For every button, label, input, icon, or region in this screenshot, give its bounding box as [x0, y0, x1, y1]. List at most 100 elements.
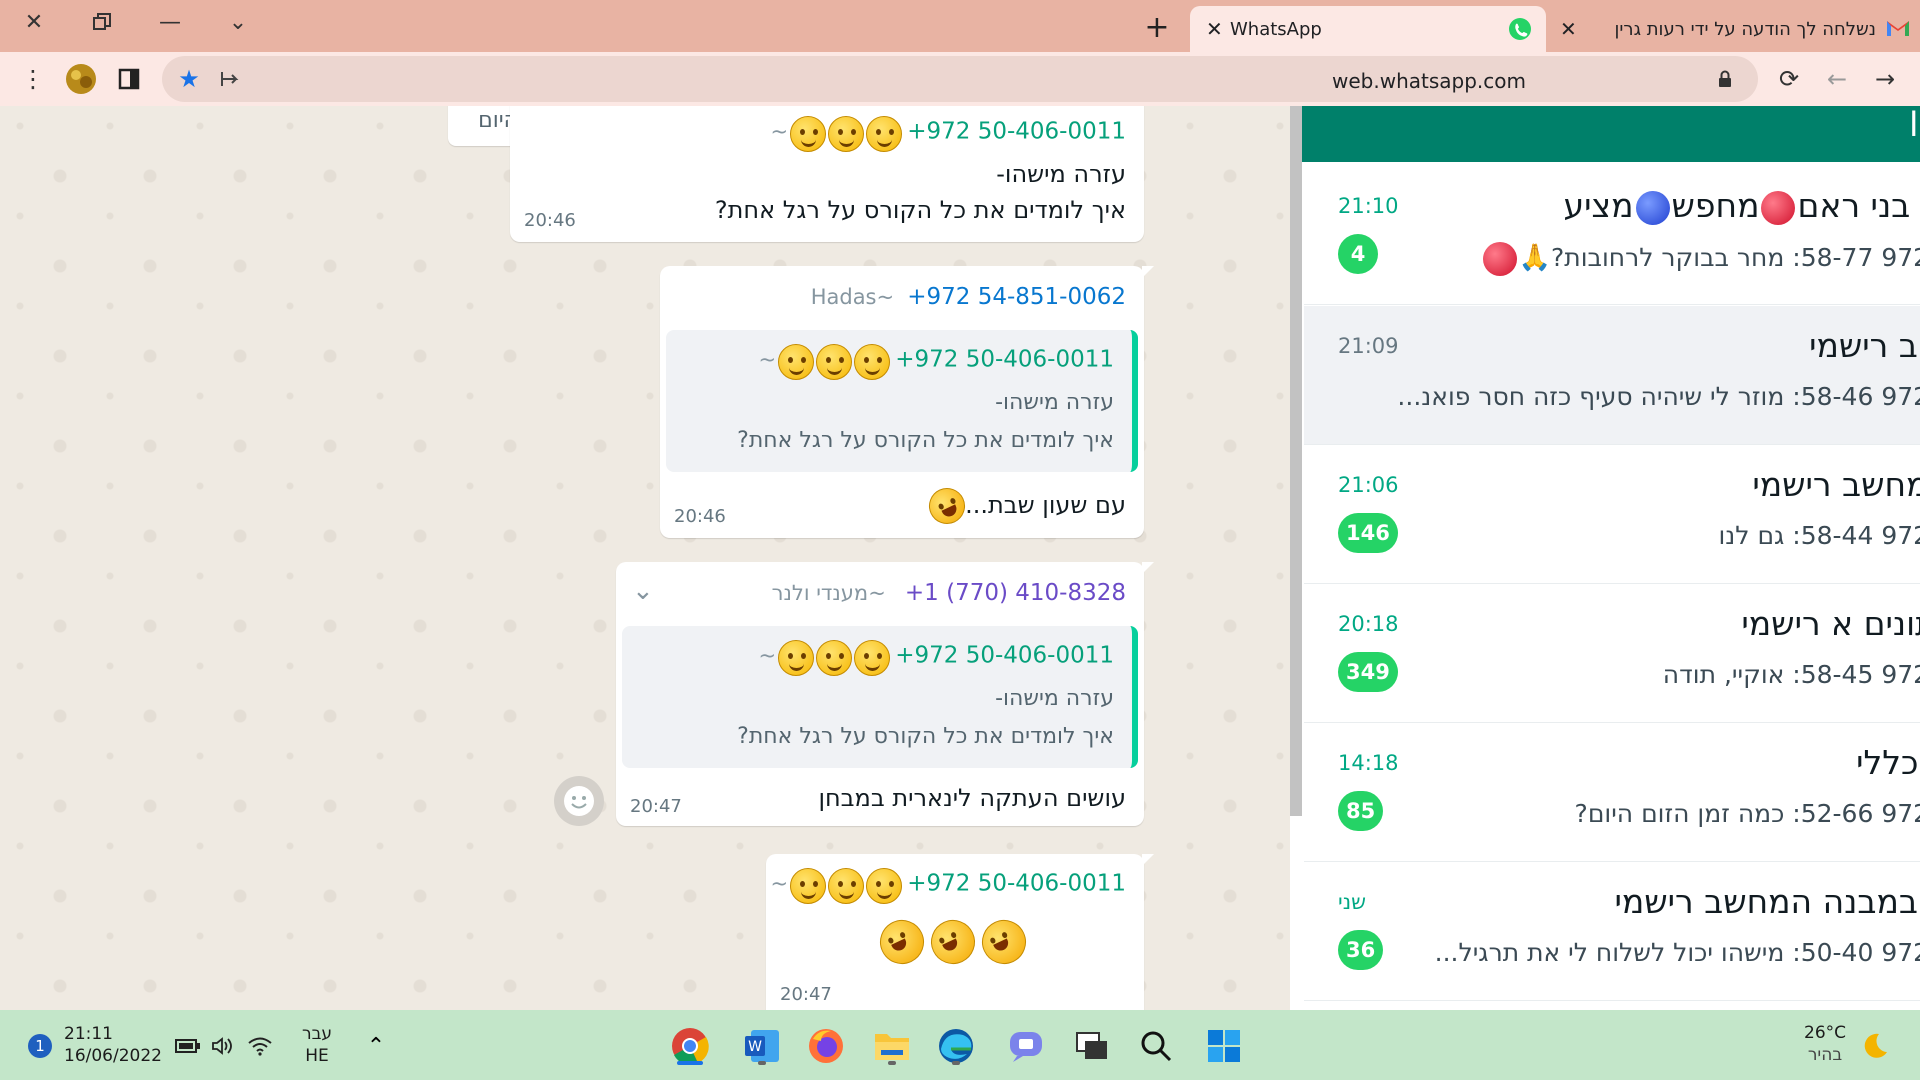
svg-text:W: W — [748, 1039, 762, 1055]
chat-last-message: +972 52-66: כמה זמן הזום היום? — [1574, 799, 1920, 828]
chat-name: ת ב רישמי — [1809, 326, 1920, 365]
unread-badge: 4 — [1338, 234, 1378, 274]
chat-list-item[interactable]: המחשב רישמי +972 58-44: גם לנו 21:06 146 — [1304, 445, 1920, 584]
message-time: 20:47 — [780, 984, 832, 1005]
chevron-up-icon[interactable]: ⌃ — [354, 1024, 398, 1068]
message-sender: +972 50-406-0011 ~ — [771, 116, 1126, 152]
message-text: עזרה מישהו- — [996, 160, 1126, 188]
chat-last-message: +972 58-44: גם לנו — [1718, 521, 1920, 550]
edge-icon[interactable] — [934, 1024, 978, 1068]
message-sender: +972 54-851-0062 ~Hadas — [811, 284, 1126, 310]
scrollbar[interactable] — [1290, 106, 1302, 816]
chat-time: 14:18 — [1338, 751, 1399, 775]
close-window-icon[interactable]: ✕ — [0, 0, 68, 44]
tab-search-chevron-icon[interactable]: ⌄ — [204, 0, 272, 44]
smile-emoji-icon — [828, 868, 865, 904]
clock-time: 21:11 — [64, 1024, 113, 1044]
restore-window-icon[interactable] — [68, 0, 136, 44]
smile-emoji-icon — [828, 116, 865, 152]
search-icon[interactable] — [1134, 1024, 1178, 1068]
file-explorer-icon[interactable] — [870, 1024, 914, 1068]
new-tab-button[interactable]: + — [1140, 10, 1174, 45]
rofl-emoji-icon — [872, 912, 932, 972]
browser-toolbar: ⋮ ★ web.whatsapp.com ⟳ ← → — [0, 52, 1920, 106]
weather-desc: בהיר — [1807, 1045, 1843, 1065]
message-bubble[interactable]: +972 54-851-0062 ~Hadas +972 50-406-0011… — [660, 266, 1154, 538]
chat-name: נתונים א רישמי — [1741, 604, 1920, 643]
unread-badge: 146 — [1338, 513, 1398, 553]
tab-whatsapp[interactable]: ✕ WhatsApp — [1190, 6, 1546, 52]
message-bubble[interactable]: +972 50-406-0011 ~ 20:47 — [766, 854, 1154, 1010]
forward-arrow-icon[interactable]: → — [1866, 60, 1904, 98]
close-tab-icon[interactable]: ✕ — [1206, 17, 1223, 41]
gmail-icon — [1886, 18, 1910, 43]
back-arrow-icon[interactable]: ← — [1818, 60, 1856, 98]
sender-phone: +972 50-406-0011 — [907, 870, 1126, 897]
quoted-message[interactable]: +972 50-406-0011 ~ עזרה מישהו- איך לומדי… — [666, 330, 1138, 472]
chat-time: 21:10 — [1338, 194, 1399, 218]
quoted-text: איך לומדים את כל הקורס על רגל אחת? — [737, 428, 1114, 453]
windows-start-icon[interactable] — [1202, 1024, 1246, 1068]
smile-emoji-icon — [778, 344, 815, 380]
message-time: 20:47 — [630, 796, 682, 817]
bookmark-star-icon[interactable]: ★ — [170, 60, 208, 98]
close-tab-icon[interactable]: ✕ — [1560, 17, 1577, 41]
windows-taskbar: 1 21:11 16/06/2022 עבר HE ⌃ W 26°C בהיר — [0, 1010, 1920, 1080]
unread-badge: 36 — [1338, 930, 1384, 970]
moon-icon — [1852, 1024, 1896, 1068]
message-time: 20:46 — [674, 506, 726, 527]
browser-menu-icon[interactable]: ⋮ — [14, 60, 52, 98]
lock-icon[interactable] — [1706, 60, 1744, 98]
quoted-sender-phone: +972 50-406-0011 — [895, 346, 1114, 373]
share-icon[interactable] — [212, 60, 250, 98]
chat-list-panel: ין ים בני ראםמחפשמציע +972 58-77: מחר בב… — [1290, 106, 1920, 1010]
smile-emoji-icon — [854, 344, 891, 380]
red-circle-icon — [1761, 190, 1796, 225]
clock[interactable]: 21:11 16/06/2022 — [64, 1023, 162, 1067]
chat-time: 21:09 — [1338, 334, 1399, 358]
sidebar-header: ין — [1290, 106, 1920, 162]
weather-widget[interactable]: 26°C בהיר — [1804, 1022, 1846, 1066]
chat-list-item[interactable]: ה במבנה המחשב רישמי +972 50-40: מישהו יכ… — [1304, 862, 1920, 1001]
language-indicator[interactable]: עבר HE — [302, 1023, 332, 1067]
chat-list-item[interactable]: נתונים א רישמי +972 58-45: אוקיי, תודה 2… — [1304, 584, 1920, 723]
word-icon[interactable]: W — [740, 1024, 784, 1068]
profile-avatar[interactable] — [62, 60, 100, 98]
chat-list-item[interactable]: ת ב רישמי +972 58-46: מוזר לי שיהיה סעיף… — [1304, 306, 1920, 445]
wifi-icon[interactable] — [238, 1024, 282, 1068]
side-panel-icon[interactable] — [110, 60, 148, 98]
minimize-window-icon[interactable]: — — [136, 0, 204, 44]
sender-phone: +1 (770) 410-8328 — [904, 580, 1126, 606]
teams-chat-icon[interactable] — [1004, 1024, 1048, 1068]
chrome-icon[interactable] — [668, 1024, 712, 1068]
message-bubble[interactable]: +972 50-406-0011 ~ עזרה מישהו- איך לומדי… — [510, 106, 1154, 242]
rofl-emoji-icon — [974, 912, 1034, 972]
tab-gmail[interactable]: ✕ נשלחה לך הודעה על ידי רעות גרין — [1548, 6, 1920, 52]
unread-badge: 85 — [1338, 791, 1384, 831]
chat-name: ה במבנה המחשב רישמי — [1614, 882, 1920, 921]
message-bubble[interactable]: ⌄ +1 (770) 410-8328 ~מענדי ולנר +972 50-… — [616, 562, 1154, 826]
firefox-icon[interactable] — [804, 1024, 848, 1068]
omnibox[interactable]: ★ web.whatsapp.com — [162, 56, 1758, 102]
sender-alias: ~Hadas — [810, 285, 895, 309]
url-text: web.whatsapp.com — [1332, 69, 1526, 93]
smile-emoji-icon — [866, 868, 903, 904]
reload-icon[interactable]: ⟳ — [1770, 60, 1808, 98]
chat-list-item[interactable]: 2 כללי +972 52-66: כמה זמן הזום היום? 14… — [1304, 723, 1920, 862]
emoji-reaction-button[interactable] — [554, 776, 604, 826]
red-circle-icon — [1482, 242, 1517, 276]
message-time: 20:46 — [524, 210, 576, 231]
task-view-icon[interactable] — [1070, 1024, 1114, 1068]
quoted-message[interactable]: +972 50-406-0011 ~ עזרה מישהו- איך לומדי… — [622, 626, 1138, 768]
chat-list-item[interactable]: ים בני ראםמחפשמציע +972 58-77: מחר בבוקר… — [1304, 166, 1920, 305]
smile-emoji-icon — [866, 116, 903, 152]
chat-time: שני — [1338, 890, 1366, 914]
clock-date: 16/06/2022 — [64, 1046, 162, 1066]
notification-count-badge[interactable]: 1 — [28, 1034, 52, 1058]
conversation-pane[interactable]: היום +972 50-406-0011 ~ עזרה מישהו- איך … — [0, 106, 1290, 1010]
message-menu-chevron-icon[interactable]: ⌄ — [632, 576, 654, 606]
chat-last-message: +972 58-77: מחר בבוקר לרחובות?🙏 — [1481, 242, 1920, 276]
sidebar-header-title: ין — [1909, 106, 1920, 138]
smile-emoji-icon — [790, 116, 827, 152]
chat-name: המחשב רישמי — [1752, 465, 1920, 504]
